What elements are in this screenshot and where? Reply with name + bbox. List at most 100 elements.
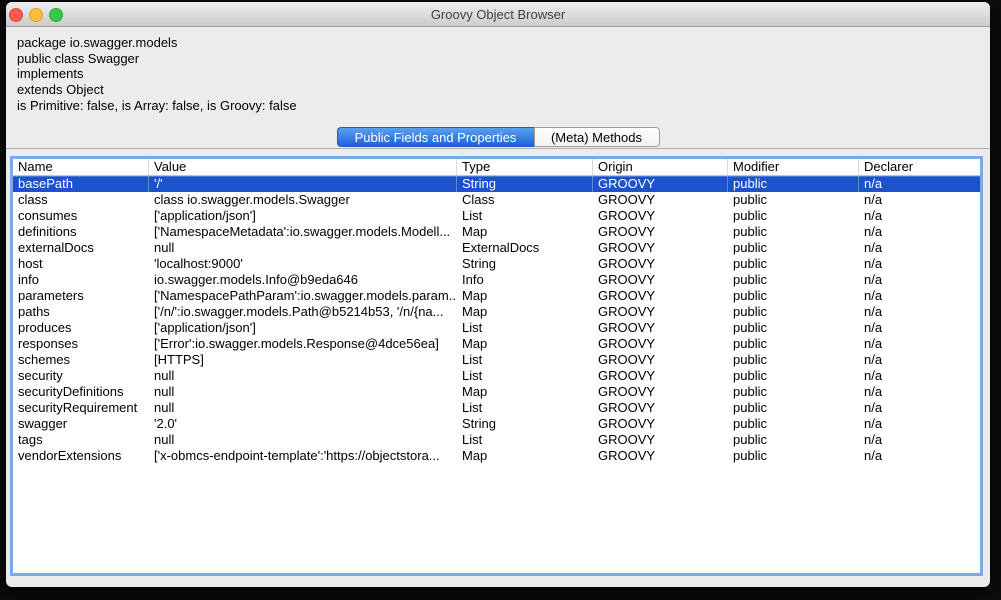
cell-modifier: public bbox=[733, 336, 767, 351]
cell-value: '/' bbox=[148, 176, 456, 192]
cell-origin: GROOVY bbox=[598, 208, 656, 223]
window-controls bbox=[9, 8, 63, 22]
cell-value: ['NamespacePathParam':io.swagger.models.… bbox=[154, 288, 456, 303]
cell-name: swagger bbox=[18, 416, 68, 431]
table-row[interactable]: class class io.swagger.models.Swagger Clas… bbox=[13, 192, 980, 208]
cell-modifier: public bbox=[733, 304, 767, 319]
table-body: basePath '/' String GROOVY public n/a class cla… bbox=[13, 176, 980, 464]
class-info: package io.swagger.models public class S… bbox=[17, 35, 990, 114]
cell-value: null bbox=[154, 240, 175, 255]
cell-modifier: public bbox=[733, 208, 767, 223]
zoom-button[interactable] bbox=[49, 8, 63, 22]
table-row[interactable]: host 'localhost:9000' String GROOVY public n/… bbox=[13, 256, 980, 272]
cell-value: ['x-obmcs-endpoint-template':'https://ob… bbox=[154, 448, 440, 463]
cell-modifier: public bbox=[733, 192, 767, 207]
cell-origin: GROOVY bbox=[598, 224, 656, 239]
cell-type: Map bbox=[462, 448, 488, 463]
cell-declarer: n/a bbox=[864, 384, 883, 399]
table-row[interactable]: basePath '/' String GROOVY public n/a bbox=[13, 176, 980, 192]
table-row[interactable]: securityDefinitions null Map GROOVY public n/… bbox=[13, 384, 980, 400]
cell-declarer: n/a bbox=[864, 272, 883, 287]
table-row[interactable]: tags null List GROOVY public n/a bbox=[13, 432, 980, 448]
cell-type: String bbox=[462, 256, 496, 271]
cell-declarer: n/a bbox=[864, 240, 883, 255]
table-row[interactable]: externalDocs null ExternalDocs GROOVY public… bbox=[13, 240, 980, 256]
cell-type: List bbox=[462, 208, 483, 223]
cell-value: null bbox=[154, 400, 175, 415]
cell-name: definitions bbox=[18, 224, 77, 239]
tab-bar: Public Fields and Properties (Meta) Meth… bbox=[6, 127, 990, 147]
column-header-declarer[interactable]: Declarer bbox=[858, 159, 980, 175]
cell-origin: GROOVY bbox=[598, 256, 656, 271]
close-button[interactable] bbox=[9, 8, 23, 22]
table-row[interactable]: info io.swagger.models.Info@b9eda646 Info G… bbox=[13, 272, 980, 288]
cell-type: String bbox=[462, 416, 496, 431]
minimize-button[interactable] bbox=[29, 8, 43, 22]
cell-name: info bbox=[18, 272, 39, 287]
cell-declarer: n/a bbox=[864, 352, 883, 367]
table-row[interactable]: produces ['application/json'] List GROOVY pu… bbox=[13, 320, 980, 336]
cell-name: securityDefinitions bbox=[18, 384, 124, 399]
cell-declarer: n/a bbox=[864, 208, 883, 223]
cell-modifier: public bbox=[733, 224, 767, 239]
cell-type: Info bbox=[462, 272, 484, 287]
class-info-package: package io.swagger.models bbox=[17, 35, 178, 50]
table-row[interactable]: schemes [HTTPS] List GROOVY public n/a bbox=[13, 352, 980, 368]
column-header-origin[interactable]: Origin bbox=[592, 159, 727, 175]
cell-origin: GROOVY bbox=[598, 288, 656, 303]
cell-name: parameters bbox=[18, 288, 84, 303]
cell-modifier: public bbox=[733, 384, 767, 399]
cell-type: List bbox=[462, 320, 483, 335]
tab-public-fields-and-properties[interactable]: Public Fields and Properties bbox=[336, 127, 534, 147]
cell-origin: GROOVY bbox=[598, 368, 656, 383]
table-row[interactable]: parameters ['NamespacePathParam':io.swagg… bbox=[13, 288, 980, 304]
column-header-type[interactable]: Type bbox=[456, 159, 592, 175]
cell-modifier: public bbox=[733, 256, 767, 271]
table-row[interactable]: securityRequirement null List GROOVY public n… bbox=[13, 400, 980, 416]
cell-name: basePath bbox=[18, 176, 73, 191]
table-row[interactable]: responses ['Error':io.swagger.models.Resp… bbox=[13, 336, 980, 352]
class-info-implements: implements bbox=[17, 66, 84, 82]
column-header-modifier[interactable]: Modifier bbox=[727, 159, 858, 175]
cell-type: Map bbox=[462, 224, 488, 239]
cell-type: List bbox=[462, 400, 483, 415]
table-row[interactable]: consumes ['application/json'] List GROOVY pu… bbox=[13, 208, 980, 224]
titlebar[interactable]: Groovy Object Browser bbox=[6, 2, 990, 27]
cell-declarer: n/a bbox=[864, 192, 883, 207]
cell-origin: GROOVY bbox=[598, 336, 656, 351]
table-row[interactable]: definitions ['NamespaceMetadata':io.swagg… bbox=[13, 224, 980, 240]
table-row[interactable]: paths ['/n/':io.swagger.models.Path@b5214… bbox=[13, 304, 980, 320]
cell-name: vendorExtensions bbox=[18, 448, 122, 463]
cell-type: String bbox=[456, 176, 592, 192]
cell-modifier: public bbox=[733, 400, 767, 415]
table-row[interactable]: swagger '2.0' String GROOVY public n/a bbox=[13, 416, 980, 432]
cell-value: 'localhost:9000' bbox=[154, 256, 243, 271]
window-content: package io.swagger.models public class S… bbox=[6, 27, 990, 587]
column-header-name[interactable]: Name bbox=[13, 159, 148, 175]
cell-value: ['/n/':io.swagger.models.Path@b5214b53, … bbox=[154, 304, 444, 319]
table-row[interactable]: vendorExtensions ['x-obmcs-endpoint-templ… bbox=[13, 448, 980, 464]
table-row[interactable]: security null List GROOVY public n/a bbox=[13, 368, 980, 384]
cell-value: ['NamespaceMetadata':io.swagger.models.M… bbox=[154, 224, 451, 239]
cell-value: ['application/json'] bbox=[154, 320, 256, 335]
cell-declarer: n/a bbox=[864, 416, 883, 431]
cell-declarer: n/a bbox=[864, 224, 883, 239]
column-header-value[interactable]: Value bbox=[148, 159, 456, 175]
cell-origin: GROOVY bbox=[598, 304, 656, 319]
cell-type: ExternalDocs bbox=[462, 240, 540, 255]
cell-modifier: public bbox=[733, 240, 767, 255]
cell-value: ['application/json'] bbox=[154, 208, 256, 223]
cell-origin: GROOVY bbox=[598, 400, 656, 415]
cell-modifier: public bbox=[733, 320, 767, 335]
cell-origin: GROOVY bbox=[598, 240, 656, 255]
cell-declarer: n/a bbox=[864, 400, 883, 415]
class-info-flags: is Primitive: false, is Array: false, is… bbox=[17, 97, 297, 113]
cell-name: tags bbox=[18, 432, 43, 447]
cell-modifier: public bbox=[733, 368, 767, 383]
cell-origin: GROOVY bbox=[598, 272, 656, 287]
class-info-class: public class Swagger bbox=[17, 50, 140, 66]
cell-value: io.swagger.models.Info@b9eda646 bbox=[154, 272, 359, 287]
cell-type: List bbox=[462, 368, 483, 383]
cell-type: Map bbox=[462, 336, 488, 351]
tab-meta-methods[interactable]: (Meta) Methods bbox=[533, 127, 660, 147]
